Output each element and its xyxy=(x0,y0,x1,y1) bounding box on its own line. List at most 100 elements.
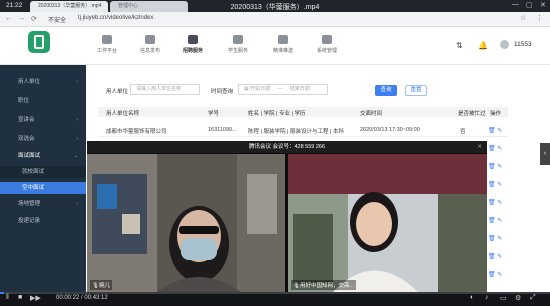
nav-work-platform[interactable]: 工作平台 xyxy=(90,35,124,54)
sidebar-item-presentation[interactable]: 宣讲会 › xyxy=(0,114,86,126)
next-icon[interactable]: ▶▶ xyxy=(30,294,41,302)
close-icon[interactable]: ✕ xyxy=(540,1,546,9)
table-header: 用人单位名称 学号 姓名 | 学院 | 专业 | 学历 交面时间 是否被忙过 操… xyxy=(98,107,508,117)
sidebar-item-campus-interview[interactable]: 就校面试 xyxy=(0,166,86,178)
nav-label: 学生服务 xyxy=(227,48,248,54)
meeting-close-icon[interactable]: ✕ xyxy=(477,141,482,153)
maximize-icon[interactable]: ▢ xyxy=(526,1,533,9)
date-range-input[interactable]: ▦ 开始日期 — 结束日期 xyxy=(238,84,328,95)
sidebar: 用人单位 › 职位 宣讲会 › 双选会 › 面试面试 ⌄ 就校面试 空中面试 场地管理 ›… xyxy=(0,65,86,292)
sidebar-item-delivery[interactable]: 投递记录 xyxy=(0,215,86,227)
sidebar-item-interview[interactable]: 面试面试 ⌄ xyxy=(0,150,86,162)
menu-icon[interactable]: ⋮ xyxy=(536,14,543,22)
edit-icon[interactable]: ✎ xyxy=(497,146,502,152)
nav-label: 招聘服务 xyxy=(182,48,203,54)
row-actions[interactable]: 🗑 ✎ xyxy=(488,217,502,224)
reset-button[interactable]: 重置 xyxy=(405,85,427,96)
cell-status: 否 xyxy=(460,129,466,135)
chevron-right-icon: › xyxy=(76,79,78,85)
sidebar-item-label: 宣讲会 xyxy=(18,117,35,123)
row-actions[interactable]: 🗑 ✎ xyxy=(488,127,502,134)
minimize-icon[interactable]: — xyxy=(512,1,519,8)
forward-icon[interactable]: → xyxy=(18,15,25,22)
delete-icon[interactable]: 🗑 xyxy=(488,182,496,188)
edit-icon[interactable]: ✎ xyxy=(497,200,502,206)
bell-icon[interactable]: 🔔 xyxy=(478,41,488,50)
progress-fill xyxy=(0,292,5,294)
sidebar-item-job-fair[interactable]: 双选会 › xyxy=(0,133,86,145)
side-collapse-arrow[interactable]: ‹ xyxy=(540,143,550,165)
delete-icon[interactable]: 🗑 xyxy=(488,146,496,152)
sidebar-item-label: 空中面试 xyxy=(22,185,45,191)
delete-icon[interactable]: 🗑 xyxy=(488,218,496,224)
screen: 21:22 20200313（华蓥服务）.mp4 管理中心 20200313（华… xyxy=(0,0,550,306)
time-display: 00:00:22 / 00:43:12 xyxy=(56,295,108,301)
meeting-header: 腾讯会议 会议号：428 559 266 ✕ xyxy=(87,141,487,153)
nav-system-admin[interactable]: 系统管理 xyxy=(310,35,344,54)
transfer-icon[interactable]: ⇅ xyxy=(456,41,463,50)
pause-icon[interactable]: ‖ xyxy=(6,294,9,301)
brightness-icon[interactable]: ◐ xyxy=(470,294,474,301)
edit-icon[interactable]: ✎ xyxy=(497,182,502,188)
bookmark-icon[interactable]: ☆ xyxy=(520,14,526,22)
security-badge[interactable]: 不安全 xyxy=(48,15,66,24)
nav-label: 系统管理 xyxy=(316,48,337,54)
logo-icon xyxy=(28,31,50,53)
target-icon xyxy=(278,35,288,44)
delete-icon[interactable]: 🗑 xyxy=(488,128,496,134)
row-actions[interactable]: 🗑 ✎ xyxy=(488,181,502,188)
progress-bar[interactable] xyxy=(0,292,550,294)
search-button[interactable]: 查询 xyxy=(375,85,397,96)
url-field[interactable]: tj.jiuyeb.cn/videolive/kzlndex xyxy=(78,15,153,21)
delete-icon[interactable]: 🗑 xyxy=(488,200,496,206)
nav-precise-push[interactable]: 精准推送 xyxy=(266,35,300,54)
edit-icon[interactable]: ✎ xyxy=(497,272,502,278)
col-header-company: 用人单位名称 xyxy=(106,111,140,117)
delete-icon[interactable]: 🗑 xyxy=(488,164,496,170)
avatar[interactable] xyxy=(500,40,509,49)
sidebar-item-position[interactable]: 职位 xyxy=(0,95,86,107)
video-tile-right[interactable]: 🎙用好中国知网，交高... xyxy=(288,154,487,292)
chevron-right-icon: › xyxy=(76,117,78,123)
chevron-right-icon: › xyxy=(76,136,78,142)
sidebar-item-online-interview[interactable]: 空中面试 xyxy=(0,182,86,194)
sidebar-item-employer[interactable]: 用人单位 › xyxy=(0,76,86,88)
settings-icon[interactable]: ⚙ xyxy=(515,294,521,302)
nav-student-service[interactable]: 学生服务 xyxy=(221,35,255,54)
delete-icon[interactable]: 🗑 xyxy=(488,254,496,260)
sidebar-item-label: 就校面试 xyxy=(22,169,45,175)
sidebar-item-label: 双选会 xyxy=(18,136,35,142)
nav-label: 工作平台 xyxy=(96,48,117,54)
fullscreen-icon[interactable]: ⤢ xyxy=(530,294,536,302)
video-tile-left[interactable]: 🎙婉儿 xyxy=(87,154,285,292)
row-actions[interactable]: 🗑 ✎ xyxy=(488,253,502,260)
edit-icon[interactable]: ✎ xyxy=(497,236,502,242)
col-header-time: 交面时间 xyxy=(360,111,383,117)
delete-icon[interactable]: 🗑 xyxy=(488,236,496,242)
volume-icon[interactable]: ♪ xyxy=(485,294,489,301)
edit-icon[interactable]: ✎ xyxy=(497,164,502,170)
nav-info-publish[interactable]: 信息发布 xyxy=(133,35,167,54)
edit-icon[interactable]: ✎ xyxy=(497,128,502,134)
col-header-student-info: 姓名 | 学院 | 专业 | 学历 xyxy=(248,111,306,117)
stop-icon[interactable]: ■ xyxy=(18,294,22,301)
pip-icon[interactable]: ▭ xyxy=(500,294,507,302)
delete-icon[interactable]: 🗑 xyxy=(488,272,496,278)
reload-icon[interactable]: ⟳ xyxy=(31,15,37,23)
start-date-placeholder: 开始日期 xyxy=(250,86,271,92)
col-header-student-id: 学号 xyxy=(208,111,220,117)
sidebar-item-venue[interactable]: 场地管理 › xyxy=(0,198,86,210)
participant-video xyxy=(288,154,487,292)
row-actions[interactable]: 🗑 ✎ xyxy=(488,235,502,242)
row-actions[interactable]: 🗑 ✎ xyxy=(488,199,502,206)
cell-time: 2020/03/13 17:30~09:00 xyxy=(360,127,420,133)
row-actions[interactable]: 🗑 ✎ xyxy=(488,145,502,152)
company-filter-input[interactable]: 请输入用人单位名称 xyxy=(130,84,200,95)
nav-recruit-service[interactable]: 招聘服务 xyxy=(176,35,210,54)
edit-icon[interactable]: ✎ xyxy=(497,254,502,260)
back-icon[interactable]: ← xyxy=(5,15,12,22)
row-actions[interactable]: 🗑 ✎ xyxy=(488,271,502,278)
row-actions[interactable]: 🗑 ✎ xyxy=(488,163,502,170)
edit-icon[interactable]: ✎ xyxy=(497,218,502,224)
table-row[interactable]: 成都市华蓥服饰有限公司 16311090... 陈程 | 服装学院 | 服装设计… xyxy=(98,123,508,137)
